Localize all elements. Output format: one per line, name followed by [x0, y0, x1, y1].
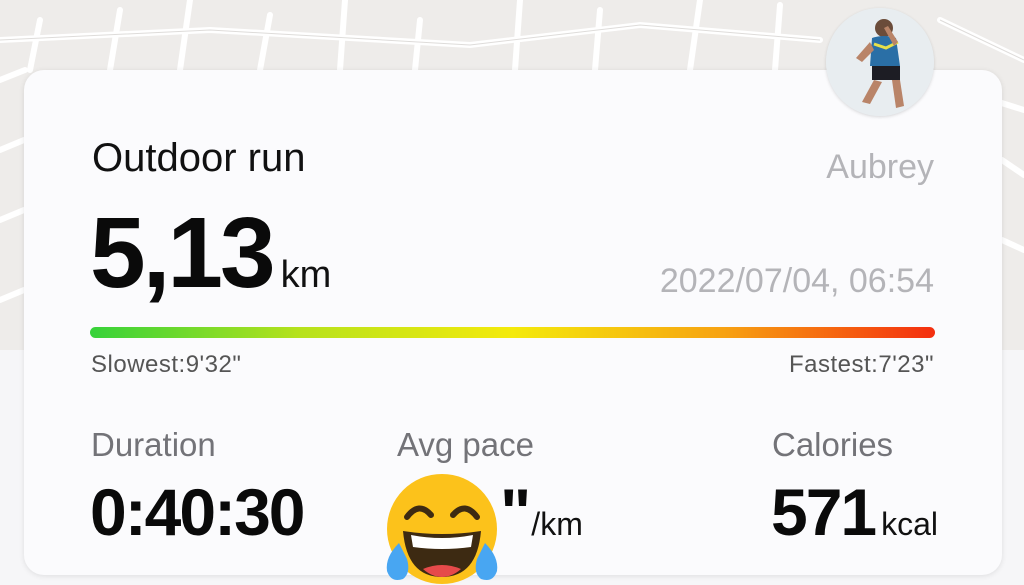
user-name: Aubrey: [826, 148, 934, 186]
avg-pace-value: "/km: [500, 474, 583, 550]
duration-label: Duration: [91, 426, 216, 463]
duration-number: 0:40:30: [90, 475, 305, 549]
activity-type-title: Outdoor run: [92, 136, 306, 180]
calories-value: 571 kcal: [771, 474, 938, 550]
avg-pace-number: ": [500, 475, 531, 549]
distance-unit: km: [280, 254, 332, 296]
avg-pace-label: Avg pace: [397, 426, 534, 463]
avatar[interactable]: [826, 8, 934, 116]
avg-pace-unit: /km: [531, 506, 583, 542]
activity-datetime: 2022/07/04, 06:54: [659, 262, 934, 300]
slowest-pace-label: Slowest:9'32": [91, 351, 242, 378]
laughing-tears-emoji-icon: [386, 474, 498, 584]
pace-gradient-bar: [90, 327, 935, 338]
fastest-pace-label: Fastest:7'23": [788, 351, 934, 378]
distance-value: 5,13: [90, 197, 276, 309]
calories-number: 571: [771, 475, 877, 549]
avatar-photo-icon: [826, 8, 934, 116]
distance: 5,13 km: [90, 196, 331, 311]
calories-label: Calories: [772, 426, 894, 463]
duration-value: 0:40:30: [90, 474, 305, 550]
calories-unit: kcal: [881, 506, 939, 542]
